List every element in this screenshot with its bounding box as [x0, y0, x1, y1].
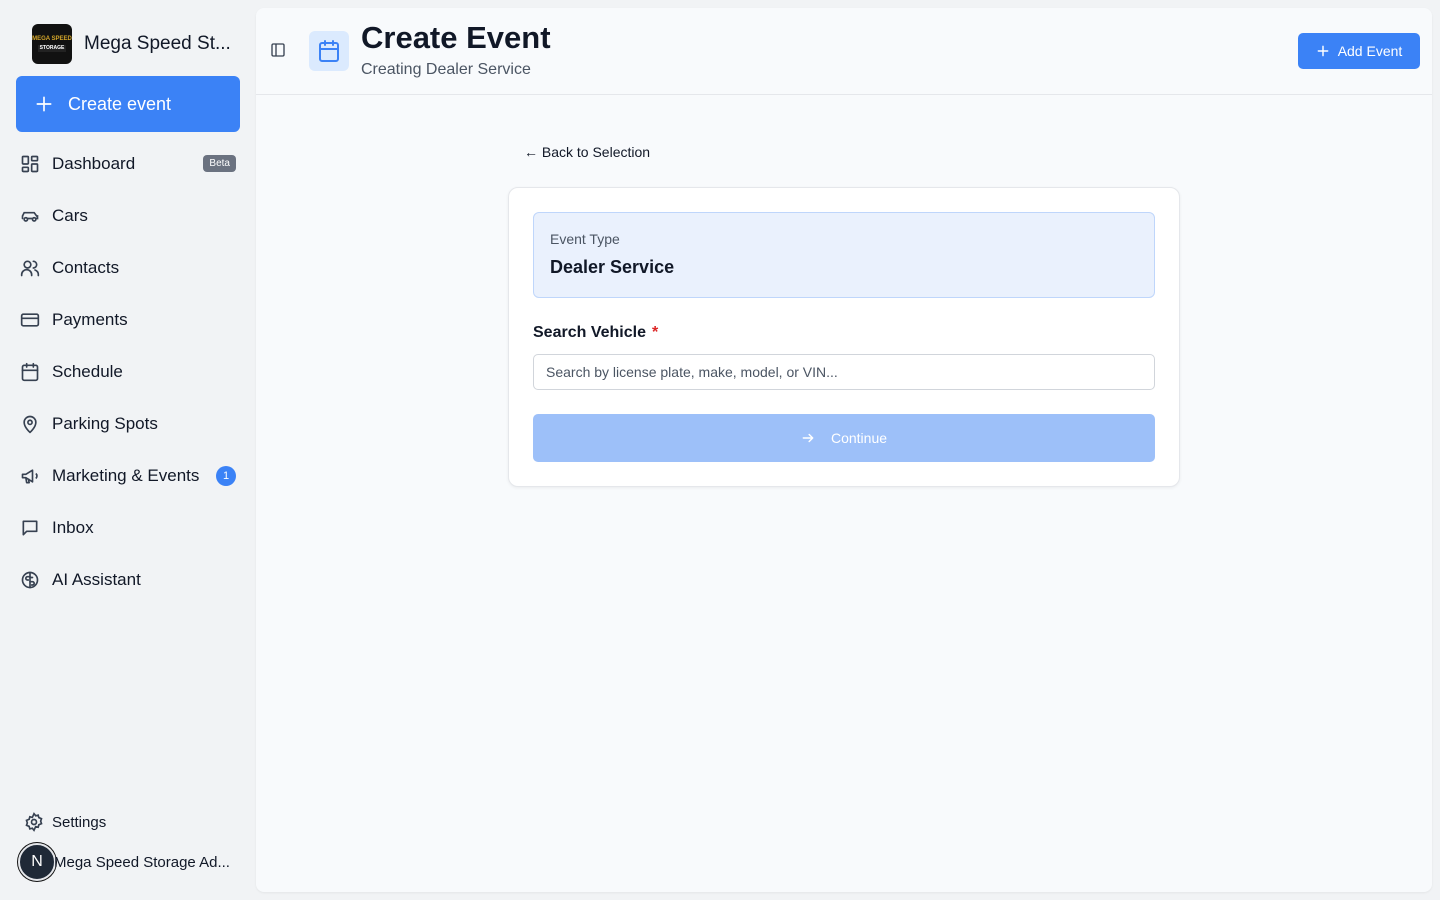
settings-link[interactable]: Settings — [24, 812, 106, 832]
search-vehicle-label-text: Search Vehicle — [533, 324, 646, 341]
arrow-right-icon — [802, 433, 814, 443]
sidebar-item-dashboard[interactable]: Dashboard Beta — [16, 138, 240, 190]
main-panel: Create Event Creating Dealer Service Add… — [256, 8, 1432, 892]
sidebar-nav: Dashboard Beta Cars Contacts Payments Sc… — [16, 138, 240, 606]
sidebar-item-cars[interactable]: Cars — [16, 190, 240, 242]
event-form-card: Event Type Dealer Service Search Vehicle… — [508, 187, 1180, 487]
credit-card-icon — [20, 313, 40, 327]
sidebar-item-schedule[interactable]: Schedule — [16, 346, 240, 398]
calendar-icon — [21, 362, 39, 382]
brand[interactable]: MEGA SPEED STORAGE Mega Speed St... — [32, 24, 231, 64]
sidebar-item-marketing-events[interactable]: Marketing & Events 1 — [16, 450, 240, 502]
panel-left-icon — [271, 43, 285, 57]
event-type-value: Dealer Service — [550, 257, 675, 277]
brand-logo: MEGA SPEED STORAGE — [32, 24, 72, 64]
logo-text-top: MEGA SPEED — [32, 36, 72, 42]
sidebar-item-label: AI Assistant — [52, 570, 141, 589]
message-square-icon — [22, 520, 38, 536]
sidebar-item-parking-spots[interactable]: Parking Spots — [16, 398, 240, 450]
search-vehicle-label: Search Vehicle * — [533, 324, 658, 342]
sidebar-toggle-button[interactable] — [270, 42, 286, 63]
sidebar-item-label: Marketing & Events — [52, 466, 200, 485]
sidebar-item-label: Parking Spots — [52, 414, 158, 433]
sidebar-item-label: Inbox — [52, 518, 94, 537]
dashboard-icon — [21, 155, 39, 173]
sidebar-item-label: Cars — [52, 206, 88, 225]
settings-label: Settings — [52, 813, 107, 831]
sidebar-item-label: Dashboard — [52, 154, 136, 173]
users-icon — [20, 260, 40, 277]
sidebar-item-label: Contacts — [52, 258, 120, 277]
user-name: Mega Speed Storage Ad... — [54, 853, 230, 871]
search-vehicle-input[interactable] — [533, 354, 1155, 390]
sidebar: MEGA SPEED STORAGE Mega Speed St... Crea… — [0, 0, 256, 900]
sidebar-item-payments[interactable]: Payments — [16, 294, 240, 346]
plus-icon — [36, 96, 52, 112]
add-event-label: Add Event — [1337, 43, 1403, 59]
car-icon — [21, 211, 39, 222]
gear-icon — [25, 812, 43, 832]
avatar: N — [18, 843, 56, 881]
beta-badge: Beta — [203, 155, 236, 172]
calendar-tile — [309, 31, 349, 71]
map-pin-icon — [23, 415, 37, 434]
brain-icon — [21, 571, 39, 589]
sidebar-item-ai-assistant[interactable]: AI Assistant — [16, 554, 240, 606]
continue-label: Continue — [830, 430, 888, 446]
create-event-label: Create event — [68, 93, 172, 114]
back-to-selection-link[interactable]: ← Back to Selection — [524, 144, 650, 160]
megaphone-icon — [21, 469, 38, 484]
page-header: Create Event Creating Dealer Service Add… — [256, 8, 1432, 95]
user-menu[interactable]: N Mega Speed Storage Ad... — [18, 843, 230, 881]
brand-name: Mega Speed St... — [84, 33, 231, 54]
sidebar-item-contacts[interactable]: Contacts — [16, 242, 240, 294]
event-type-label: Event Type — [550, 231, 620, 247]
page-title: Create Event — [361, 20, 551, 55]
required-mark: * — [651, 324, 659, 341]
page-subtitle: Creating Dealer Service — [361, 61, 531, 78]
sidebar-item-inbox[interactable]: Inbox — [16, 502, 240, 554]
create-event-button[interactable]: Create event — [16, 76, 240, 132]
add-event-button[interactable]: Add Event — [1298, 33, 1420, 69]
event-type-box: Event Type Dealer Service — [533, 212, 1155, 298]
plus-icon — [1317, 45, 1329, 57]
logo-text-bottom: STORAGE — [37, 45, 67, 52]
calendar-icon — [319, 40, 339, 62]
continue-button[interactable]: Continue — [533, 414, 1155, 462]
sidebar-item-label: Payments — [52, 310, 128, 329]
notification-count-badge: 1 — [216, 466, 236, 486]
sidebar-item-label: Schedule — [52, 362, 123, 381]
